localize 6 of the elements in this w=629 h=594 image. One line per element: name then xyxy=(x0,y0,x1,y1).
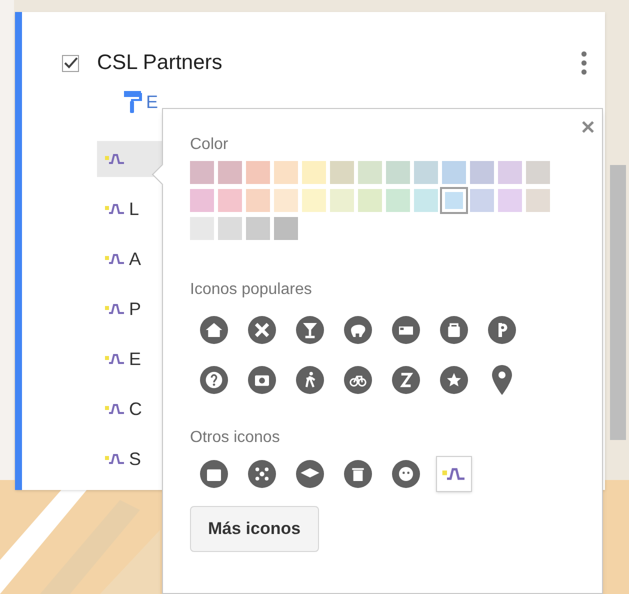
section-heading: Color xyxy=(190,135,230,155)
individual-styles-link[interactable]: E xyxy=(146,88,158,116)
more-icons-button[interactable]: Más iconos xyxy=(190,506,319,552)
layer-title: CSL Partners xyxy=(97,50,222,76)
section-heading: Iconos populares xyxy=(190,280,313,300)
section-heading: Otros iconos xyxy=(190,428,281,448)
